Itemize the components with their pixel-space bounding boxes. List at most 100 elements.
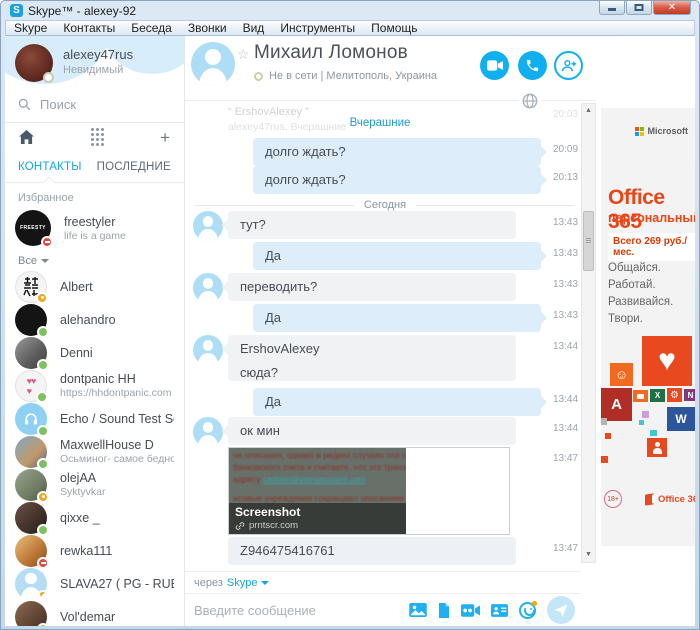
contact-qixxe[interactable]: qixxe _	[5, 501, 184, 536]
ad-panel[interactable]: Microsoft Office 365 персональный Всего …	[596, 36, 695, 626]
phone-icon	[526, 59, 539, 72]
contact-albert[interactable]: Albert	[5, 270, 184, 304]
mosaic-square	[601, 456, 608, 463]
scroll-up-arrow[interactable]: ▲	[582, 104, 595, 118]
ad-subtitle: персональный	[608, 211, 695, 225]
smiley-tile-icon: ☺	[610, 363, 633, 386]
chat-header: ☆ Михаил Ломонов Не в сети | Мелитополь,…	[185, 36, 596, 112]
link-icon	[235, 521, 245, 530]
office-logo-icon	[645, 493, 654, 506]
timestamp: 13:47	[553, 543, 579, 554]
tab-recent[interactable]: ПОСЛЕДНИЕ	[97, 161, 171, 173]
avatar	[15, 534, 49, 569]
outgoing-message: Да	[253, 388, 547, 416]
chat-scrollbar[interactable]: ▲ ▼	[581, 103, 596, 563]
contact-echo[interactable]: Echo / Sound Test Service	[5, 402, 184, 437]
microsoft-logo: Microsoft	[634, 126, 688, 136]
add-contact-icon[interactable]: +	[160, 129, 170, 146]
voice-call-button[interactable]	[518, 51, 547, 80]
video-message-icon	[461, 603, 480, 617]
contact-name: Albert	[60, 279, 93, 294]
screenshot-thumbnail[interactable]: не описания, однако в редких случаях эти…	[229, 448, 406, 534]
contact-olejaa[interactable]: olejAA Syktyvkar	[5, 468, 184, 503]
scrollbar-thumb[interactable]	[583, 211, 594, 271]
contact-maxwellhouse[interactable]: MaxwellHouse D Осьминог- самое бедное жи…	[5, 435, 184, 470]
ad-title: Office 365	[608, 186, 665, 233]
search-placeholder: Поиск	[40, 96, 77, 112]
avatar: ♥♥ ♥	[15, 369, 48, 403]
email-link: cashier@starsaccount.com	[263, 474, 366, 484]
via-channel[interactable]: Skype	[227, 577, 258, 589]
home-icon[interactable]	[19, 130, 34, 144]
sender-avatar	[193, 417, 223, 447]
close-button[interactable]: ✕	[653, 1, 691, 15]
menu-tools[interactable]: Инструменты	[272, 21, 363, 35]
tab-contacts[interactable]: КОНТАКТЫ	[18, 161, 82, 173]
mosaic-square	[642, 411, 649, 418]
maximize-button[interactable]	[626, 1, 652, 15]
menu-bar: Skype Контакты Беседа Звонки Вид Инструм…	[5, 20, 695, 36]
skype-logo-icon: S	[10, 4, 23, 17]
timestamp: 20:09	[553, 144, 579, 155]
history-globe-icon[interactable]	[519, 90, 541, 112]
chat-partner-avatar[interactable]	[191, 42, 235, 86]
search-input[interactable]: Поиск	[5, 92, 184, 116]
avatar: FREESTY	[15, 210, 53, 248]
send-contacts-button[interactable]	[491, 603, 508, 617]
menu-conversation[interactable]: Беседа	[123, 21, 180, 35]
dialpad-icon[interactable]	[90, 128, 104, 146]
hearts-avatar-art: ♥♥ ♥	[26, 375, 37, 396]
divider	[5, 176, 184, 188]
avatar	[15, 435, 49, 470]
timestamp: 13:44	[553, 423, 579, 434]
chevron-down-icon	[40, 259, 49, 263]
timestamp: 13:44	[553, 341, 579, 352]
emoticon-button[interactable]	[519, 600, 537, 619]
send-via-selector[interactable]: через Skype	[185, 571, 581, 593]
send-file-button[interactable]	[438, 602, 450, 618]
avatar	[15, 402, 49, 437]
video-call-button[interactable]	[480, 51, 509, 80]
minimize-button[interactable]	[599, 1, 625, 15]
contact-name: Denni	[60, 345, 93, 360]
link-preview-card[interactable]: не описания, однако в редких случаях эти…	[228, 447, 510, 535]
mosaic-square	[605, 433, 611, 439]
favorite-star-icon[interactable]: ☆	[237, 46, 250, 63]
contact-rewka111[interactable]: rewka111	[5, 534, 184, 569]
outgoing-message: Да	[253, 242, 547, 270]
add-participant-button[interactable]	[554, 51, 583, 80]
search-icon	[18, 98, 31, 110]
menu-contacts[interactable]: Контакты	[55, 21, 123, 35]
send-button[interactable]	[547, 596, 575, 624]
microsoft-squares-icon	[634, 126, 644, 136]
window-title: Skype™ - alexey-92	[28, 3, 137, 18]
profile-header[interactable]: alexey47rus Невидимый	[5, 36, 184, 84]
menu-help[interactable]: Помощь	[363, 21, 425, 35]
conversation-pane: ☆ Михаил Ломонов Не в сети | Мелитополь,…	[185, 36, 596, 626]
group-all-toggle[interactable]: Все	[5, 248, 184, 270]
send-photo-button[interactable]	[409, 603, 427, 617]
contact-voldemar[interactable]: Vol'demar	[5, 600, 184, 626]
contact-denni[interactable]: Denni	[5, 336, 184, 371]
presence-online-icon	[37, 424, 49, 437]
video-message-button[interactable]	[461, 603, 480, 617]
titlebar[interactable]: S Skype™ - alexey-92 ✕	[5, 1, 695, 20]
menu-calls[interactable]: Звонки	[180, 21, 235, 35]
day-divider-today: Сегодня	[195, 199, 575, 211]
menu-skype[interactable]: Skype	[6, 21, 55, 35]
presence-dnd-icon	[37, 556, 49, 569]
contact-freestyler[interactable]: FREESTY freestyler life is a game	[5, 208, 184, 248]
card-domain: prntscr.com	[249, 520, 299, 531]
contact-alehandro[interactable]: alehandro	[5, 303, 184, 338]
menu-view[interactable]: Вид	[235, 21, 273, 35]
chat-tile-icon	[633, 390, 648, 402]
file-icon	[439, 602, 449, 618]
outgoing-message: долго ждать?	[253, 166, 547, 194]
sidebar: alexey47rus Невидимый Поиск + КОНТАКТЫ П…	[5, 36, 185, 626]
scroll-down-arrow[interactable]: ▼	[582, 548, 595, 562]
message-input[interactable]	[194, 602, 398, 618]
message-history: “ ErshovAlexey ” alexey47rus, Вчерашние …	[185, 101, 596, 626]
contact-dontpanic[interactable]: ♥♥ ♥ dontpanic HH https://hhdontpanic.com	[5, 369, 184, 403]
video-camera-icon	[486, 60, 503, 71]
contact-slava27[interactable]: SLAVA27 ( PG - RUB 56)	[5, 567, 184, 600]
